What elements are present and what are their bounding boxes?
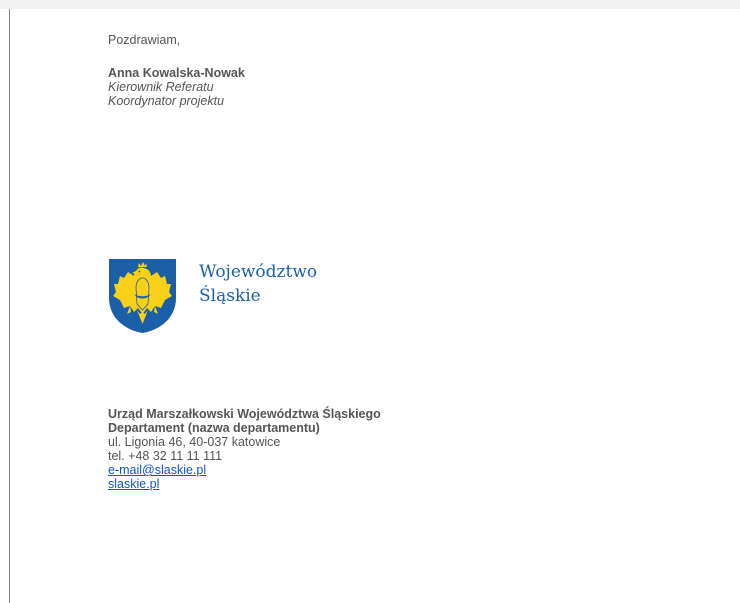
- footer-organization: Urząd Marszałkowski Województwa Śląskieg…: [108, 407, 381, 421]
- voivodeship-logo: Województwo Śląskie: [108, 258, 348, 334]
- footer-website-link[interactable]: slaskie.pl: [108, 477, 159, 491]
- logo-text: Województwo Śląskie: [199, 260, 317, 308]
- signature-block: Anna Kowalska-Nowak Kierownik Referatu K…: [108, 66, 708, 108]
- signature-role: Koordynator projektu: [108, 94, 225, 108]
- greeting: Pozdrawiam,: [108, 33, 181, 47]
- footer-address: ul. Ligonia 46, 40-037 katowice: [108, 435, 281, 449]
- logo-text-line1: Województwo: [199, 262, 318, 282]
- top-strip: [0, 0, 740, 9]
- footer-phone: tel. +48 32 11 11 111: [108, 449, 223, 463]
- letter-body: Pozdrawiam, Anna Kowalska-Nowak Kierowni…: [108, 33, 708, 108]
- eagle-shield-icon: [109, 259, 176, 333]
- signature-name: Anna Kowalska-Nowak: [108, 66, 245, 80]
- footer-department: Departament (nazwa departamentu): [108, 421, 320, 435]
- left-margin-rule: [9, 9, 10, 603]
- signature-title: Kierownik Referatu: [108, 80, 214, 94]
- footer-contact: Urząd Marszałkowski Województwa Śląskieg…: [108, 407, 708, 491]
- footer-email-link[interactable]: e-mail@slaskie.pl: [108, 463, 206, 477]
- logo-text-line2: Śląskie: [199, 286, 261, 306]
